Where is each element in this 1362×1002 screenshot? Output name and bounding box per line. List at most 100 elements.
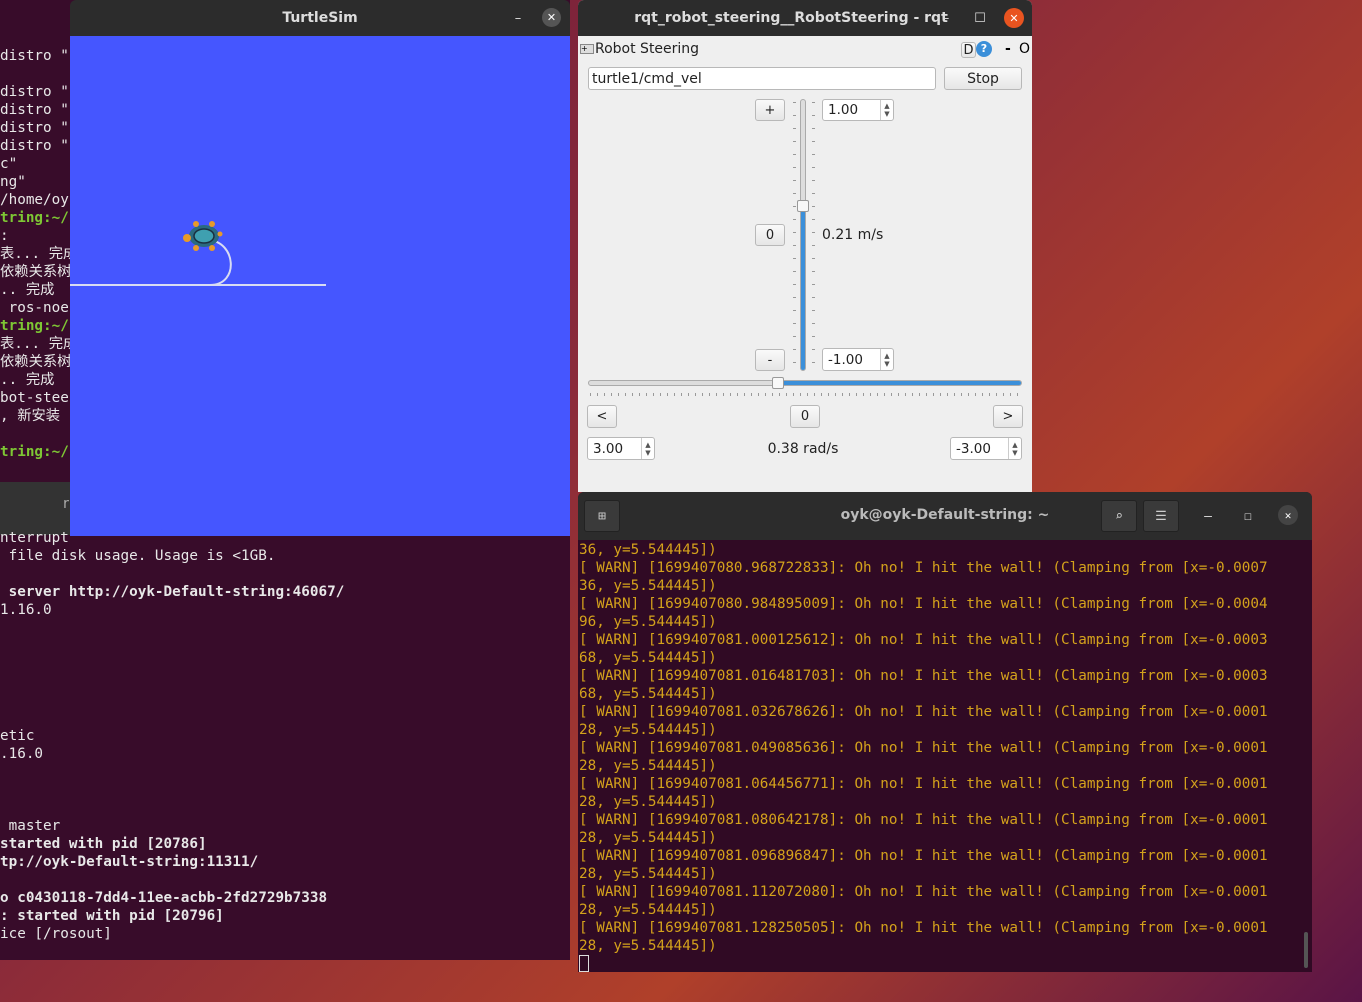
terminal-line: file disk usage. Usage is <1GB. bbox=[0, 548, 276, 564]
terminal-line: 1.16.0 bbox=[0, 602, 52, 618]
angular-min-spinbox[interactable]: -3.00 ▲ ▼ bbox=[950, 437, 1022, 460]
left-terminal-bottom[interactable]: r nterrupt file disk usage. Usage is <1G… bbox=[0, 482, 570, 960]
close-icon[interactable]: ✕ bbox=[1278, 505, 1298, 525]
terminal-line: [ WARN] [1699407080.984895009]: Oh no! I… bbox=[579, 596, 1268, 612]
minimize-plugin-button[interactable]: - bbox=[1005, 41, 1011, 57]
terminal-line: 68, y=5.544445]) bbox=[579, 650, 717, 666]
plugin-title: Robot Steering bbox=[595, 41, 700, 57]
plugin-icon: + bbox=[580, 44, 594, 54]
terminal-line: 96, y=5.544445]) bbox=[579, 614, 717, 630]
linear-increase-button[interactable]: + bbox=[755, 99, 785, 121]
angular-slider[interactable] bbox=[588, 380, 1022, 386]
terminal-line: , 新安装 bbox=[0, 408, 61, 424]
close-icon[interactable]: ✕ bbox=[542, 8, 561, 27]
terminal-line: distro " bbox=[0, 120, 69, 136]
terminal-line: : started with pid [20796] bbox=[0, 908, 224, 924]
minimize-icon[interactable]: – bbox=[508, 8, 528, 28]
angular-slider-handle[interactable] bbox=[771, 377, 784, 389]
terminal-line: ng" bbox=[0, 174, 26, 190]
terminal-line: : bbox=[0, 228, 9, 244]
terminal-line: 依赖关系树 bbox=[0, 264, 72, 280]
terminal-line: [ WARN] [1699407080.968722833]: Oh no! I… bbox=[579, 560, 1268, 576]
terminal-line: [ WARN] [1699407081.000125612]: Oh no! I… bbox=[579, 632, 1268, 648]
linear-zero-button[interactable]: 0 bbox=[755, 224, 785, 246]
terminal-line: .. 完成 bbox=[0, 372, 55, 388]
linear-max-spinbox[interactable]: 1.00 ▲ ▼ bbox=[822, 99, 894, 121]
search-icon[interactable]: ⌕ bbox=[1101, 500, 1137, 532]
terminal-line: ros-noe bbox=[0, 300, 69, 316]
angular-left-button[interactable]: < bbox=[587, 405, 617, 428]
scrollbar[interactable] bbox=[1304, 932, 1308, 968]
terminal-line: [ WARN] [1699407081.064456771]: Oh no! I… bbox=[579, 776, 1268, 792]
terminal-line: 28, y=5.544445]) bbox=[579, 830, 717, 846]
angular-max-spinbox[interactable]: 3.00 ▲ ▼ bbox=[587, 437, 655, 460]
topic-input[interactable]: turtle1/cmd_vel bbox=[588, 67, 936, 90]
terminal-line: 28, y=5.544445]) bbox=[579, 758, 717, 774]
terminal-line: 28, y=5.544445]) bbox=[579, 938, 717, 954]
rqt-titlebar[interactable]: rqt_robot_steering__RobotSteering - rqt bbox=[578, 0, 1032, 36]
terminal-line: distro " bbox=[0, 138, 69, 154]
turtlesim-canvas bbox=[70, 36, 570, 536]
terminal-line: [ WARN] [1699407081.016481703]: Oh no! I… bbox=[579, 668, 1268, 684]
rqt-window: rqt_robot_steering__RobotSteering - rqt … bbox=[578, 0, 1032, 492]
terminal-line: tring:~/ bbox=[0, 210, 69, 226]
spin-arrows-icon[interactable]: ▲ ▼ bbox=[641, 438, 654, 459]
linear-slider[interactable] bbox=[800, 99, 806, 371]
stop-button[interactable]: Stop bbox=[944, 67, 1022, 90]
help-icon[interactable]: ? bbox=[976, 41, 992, 57]
terminal-line: 28, y=5.544445]) bbox=[579, 866, 717, 882]
terminal-line: 依赖关系树 bbox=[0, 354, 72, 370]
terminal-line: ice [/rosout] bbox=[0, 926, 112, 942]
right-terminal[interactable]: ⊞ oyk@oyk-Default-string: ~ ⌕ ☰ – ☐ ✕ 36… bbox=[578, 492, 1312, 972]
terminal-line: [ WARN] [1699407081.096896847]: Oh no! I… bbox=[579, 848, 1268, 864]
window-title: rqt_robot_steering__RobotSteering - rqt bbox=[634, 10, 948, 26]
terminal-line: server http://oyk-Default-string:46067/ bbox=[0, 584, 345, 600]
terminal-line: 68, y=5.544445]) bbox=[579, 686, 717, 702]
terminal-line: 28, y=5.544445]) bbox=[579, 722, 717, 738]
spin-arrows-icon[interactable]: ▲ ▼ bbox=[880, 349, 893, 370]
terminal-line: 36, y=5.544445]) bbox=[579, 578, 717, 594]
angular-right-button[interactable]: > bbox=[993, 405, 1023, 428]
minimize-icon[interactable]: – bbox=[936, 8, 956, 28]
window-title: TurtleSim bbox=[282, 10, 358, 26]
linear-min-spinbox[interactable]: -1.00 ▲ ▼ bbox=[822, 348, 894, 371]
terminal-line: [ WARN] [1699407081.049085636]: Oh no! I… bbox=[579, 740, 1268, 756]
maximize-icon[interactable]: ☐ bbox=[970, 8, 990, 28]
minimize-icon[interactable]: – bbox=[1198, 506, 1218, 526]
turtlesim-window: TurtleSim – ✕ bbox=[70, 0, 570, 536]
linear-decrease-button[interactable]: - bbox=[755, 349, 785, 371]
angular-ticks bbox=[590, 393, 1020, 396]
terminal-line: 表... 完成 bbox=[0, 336, 78, 352]
linear-velocity-label: 0.21 m/s bbox=[822, 227, 884, 243]
terminal-line: .. 完成 bbox=[0, 282, 55, 298]
terminal-line: [ WARN] [1699407081.128250505]: Oh no! I… bbox=[579, 920, 1268, 936]
menu-icon[interactable]: ☰ bbox=[1143, 500, 1179, 532]
terminal-line: /home/oy bbox=[0, 192, 69, 208]
terminal-title: r bbox=[63, 496, 69, 512]
terminal-line: o c0430118-7dd4-11ee-acbb-2fd2729b7338 bbox=[0, 890, 328, 906]
terminal-line: [ WARN] [1699407081.112072080]: Oh no! I… bbox=[579, 884, 1268, 900]
terminal-line: distro " bbox=[0, 84, 69, 100]
terminal-line: distro " bbox=[0, 102, 69, 118]
terminal-line: nterrupt bbox=[0, 530, 69, 546]
linear-slider-handle[interactable] bbox=[797, 200, 809, 213]
dock-button[interactable]: D bbox=[961, 42, 976, 58]
maximize-icon[interactable]: ☐ bbox=[1238, 506, 1258, 526]
turtlesim-titlebar[interactable]: TurtleSim bbox=[70, 0, 570, 36]
close-plugin-button[interactable]: O bbox=[1019, 41, 1030, 57]
angular-zero-button[interactable]: 0 bbox=[790, 405, 820, 428]
terminal-cursor bbox=[579, 955, 589, 972]
spin-arrows-icon[interactable]: ▲ ▼ bbox=[1008, 438, 1021, 459]
close-icon[interactable]: ✕ bbox=[1004, 8, 1024, 28]
terminal-line: started with pid [20786] bbox=[0, 836, 207, 852]
spin-arrows-icon[interactable]: ▲ ▼ bbox=[880, 100, 893, 120]
terminal-line: etic bbox=[0, 728, 35, 744]
angular-velocity-label: 0.38 rad/s bbox=[767, 441, 839, 457]
terminal-line: tring:~/ bbox=[0, 318, 69, 334]
terminal-line: bot-stee bbox=[0, 390, 69, 406]
terminal-line: distro " bbox=[0, 48, 69, 64]
terminal-line: 表... 完成 bbox=[0, 246, 78, 262]
terminal-line: .16.0 bbox=[0, 746, 44, 762]
terminal-line: tring:~/ bbox=[0, 444, 69, 460]
terminal-line: 28, y=5.544445]) bbox=[579, 794, 717, 810]
